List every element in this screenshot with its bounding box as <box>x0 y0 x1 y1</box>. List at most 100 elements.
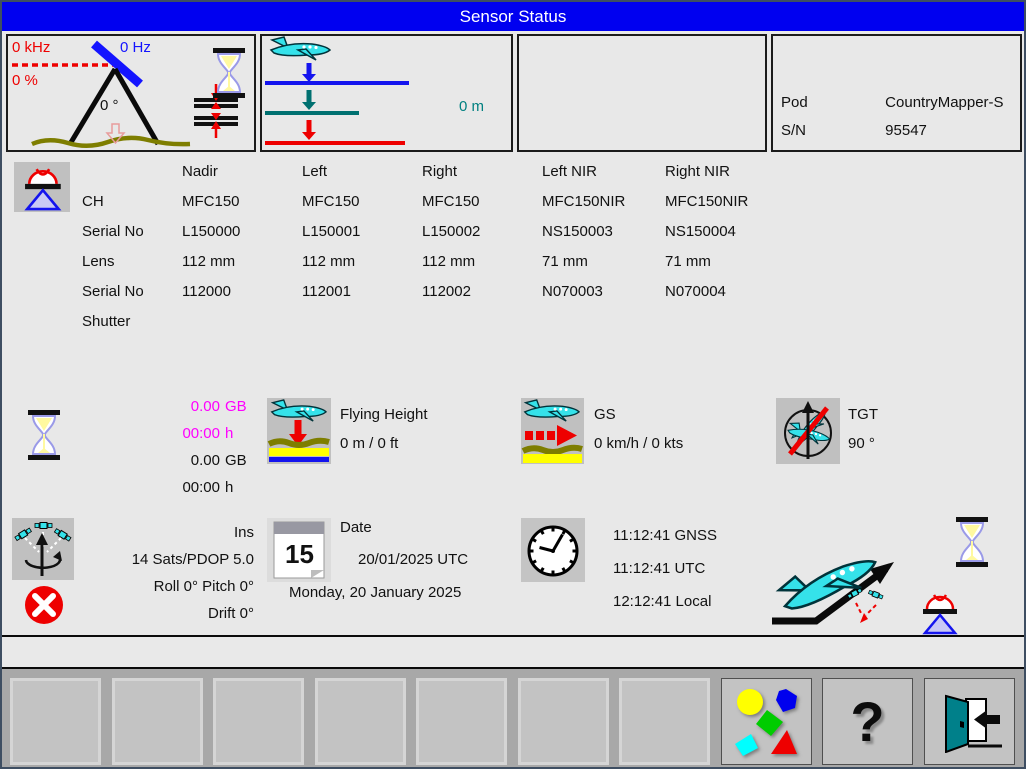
time-local: 12:12:41 Local <box>613 585 717 618</box>
cam-cell: L150001 <box>302 223 422 253</box>
page-title: Sensor Status <box>460 7 567 27</box>
date-long-value: Monday, 20 January 2025 <box>289 584 461 601</box>
storage-session-time: 00:00 <box>122 425 220 442</box>
cam-cell: 112001 <box>302 283 422 313</box>
toolbar-button-2[interactable] <box>112 678 203 765</box>
clock-block: 11:12:41 GNSS 11:12:41 UTC 12:12:41 Loca… <box>613 519 717 618</box>
sensor-status-window: Sensor Status 0 kH <box>0 0 1026 769</box>
storage-block: 0.00GB 00:00h 0.00GB 00:00h <box>122 398 247 506</box>
cam-row-label: Serial No <box>82 283 182 313</box>
cam-cell: 112 mm <box>422 253 542 283</box>
cam-col-header: Right NIR <box>665 163 805 193</box>
laser-scanner-panel: 0 kHz 0 % 0 Hz 0 ° <box>6 34 256 152</box>
toolbar-button-6[interactable] <box>518 678 609 765</box>
flying-height-value: 0 m / 0 ft <box>340 429 428 458</box>
toolbar-button-5[interactable] <box>416 678 507 765</box>
ins-label: Ins <box>82 519 254 546</box>
agl-value: 0 m <box>459 98 484 115</box>
pod-value: CountryMapper-S <box>885 94 1003 111</box>
target-label: TGT <box>848 400 878 429</box>
shapes-icon <box>731 686 803 758</box>
clock-icon <box>521 518 585 582</box>
ground-speed-value: 0 km/h / 0 kts <box>594 429 683 458</box>
cam-cell: 112 mm <box>182 253 302 283</box>
ground-speed-block: GS 0 km/h / 0 kts <box>594 400 683 458</box>
cam-cell: L150000 <box>182 223 302 253</box>
laser-rate-value: 0 kHz <box>12 39 50 56</box>
cam-row-label: CH <box>82 193 182 223</box>
calendar-icon: 15 <box>267 518 331 582</box>
shapes-button[interactable] <box>721 678 812 765</box>
date-utc-value: 20/01/2025 UTC <box>358 551 468 568</box>
ins-block: Ins 14 Sats/PDOP 5.0 Roll 0° Pitch 0° Dr… <box>82 519 254 627</box>
cam-cell <box>542 313 665 343</box>
hourglass-icon <box>211 48 247 98</box>
cam-row-label: Serial No <box>82 223 182 253</box>
status-bar <box>2 635 1024 669</box>
exit-button[interactable] <box>924 678 1015 765</box>
time-gnss: 11:12:41 GNSS <box>613 519 717 552</box>
cam-cell <box>182 313 302 343</box>
cam-cell: NS150003 <box>542 223 665 253</box>
cam-cell: MFC150 <box>182 193 302 223</box>
toolbar-button-4[interactable] <box>315 678 406 765</box>
time-utc: 11:12:41 UTC <box>613 552 717 585</box>
cam-col-header: Left NIR <box>542 163 665 193</box>
flying-height-icon <box>267 398 331 464</box>
cam-cell: N070003 <box>542 283 665 313</box>
cam-cell: MFC150 <box>422 193 542 223</box>
cam-cell: MFC150NIR <box>665 193 805 223</box>
date-label: Date <box>340 519 372 536</box>
hourglass-icon <box>26 410 62 460</box>
target-value: 90 ° <box>848 429 878 458</box>
ins-drift-value: Drift 0° <box>82 600 254 627</box>
cam-col-header: Nadir <box>182 163 302 193</box>
cam-cell: MFC150 <box>302 193 422 223</box>
cam-cell: 112002 <box>422 283 542 313</box>
camera-icon <box>919 589 961 635</box>
cam-corner <box>82 163 182 193</box>
cam-cell: 112000 <box>182 283 302 313</box>
cam-cell: 71 mm <box>665 253 805 283</box>
cam-cell: 71 mm <box>542 253 665 283</box>
cam-cell: NS150004 <box>665 223 805 253</box>
no-fix-icon <box>24 585 64 625</box>
ins-roll-pitch-value: Roll 0° Pitch 0° <box>82 573 254 600</box>
help-button[interactable]: ? <box>822 678 913 765</box>
toolbar-button-7[interactable] <box>619 678 710 765</box>
toolbar-button-3[interactable] <box>213 678 304 765</box>
mirror-rate-value: 0 Hz <box>120 39 151 56</box>
cam-cell: L150002 <box>422 223 542 253</box>
cam-cell: MFC150NIR <box>542 193 665 223</box>
scan-angle-value: 0 ° <box>100 97 119 114</box>
cam-col-header: Right <box>422 163 542 193</box>
toolbar-button-1[interactable] <box>10 678 101 765</box>
storage-session-size: 0.00 <box>122 398 220 415</box>
cam-row-label: Shutter <box>82 313 182 343</box>
duty-cycle-value: 0 % <box>12 72 38 89</box>
title-bar: Sensor Status <box>2 2 1024 31</box>
ground-speed-icon <box>521 398 584 464</box>
storage-total-time: 00:00 <box>122 479 220 496</box>
cam-cell <box>422 313 542 343</box>
pod-info-panel: Pod CountryMapper-S S/N 95547 <box>771 34 1022 152</box>
hourglass-icon <box>954 517 990 567</box>
flying-height-label: Flying Height <box>340 400 428 429</box>
ins-sats-value: 14 Sats/PDOP 5.0 <box>82 546 254 573</box>
spare-panel <box>517 34 767 152</box>
satellite-icon <box>868 590 883 600</box>
ground-speed-label: GS <box>594 400 683 429</box>
toolbar: ? <box>2 669 1024 767</box>
cam-cell <box>665 313 805 343</box>
target-block: TGT 90 ° <box>848 400 878 458</box>
flying-height-block: Flying Height 0 m / 0 ft <box>340 400 428 458</box>
altitude-icon <box>262 36 511 150</box>
takeoff-icon <box>768 527 908 629</box>
pod-label: Pod <box>781 94 881 111</box>
cam-col-header: Left <box>302 163 422 193</box>
ins-satellites-icon <box>12 518 74 580</box>
pod-sn-label: S/N <box>781 122 881 139</box>
cam-cell <box>302 313 422 343</box>
target-icon <box>776 398 840 464</box>
svg-text:15: 15 <box>285 539 314 569</box>
